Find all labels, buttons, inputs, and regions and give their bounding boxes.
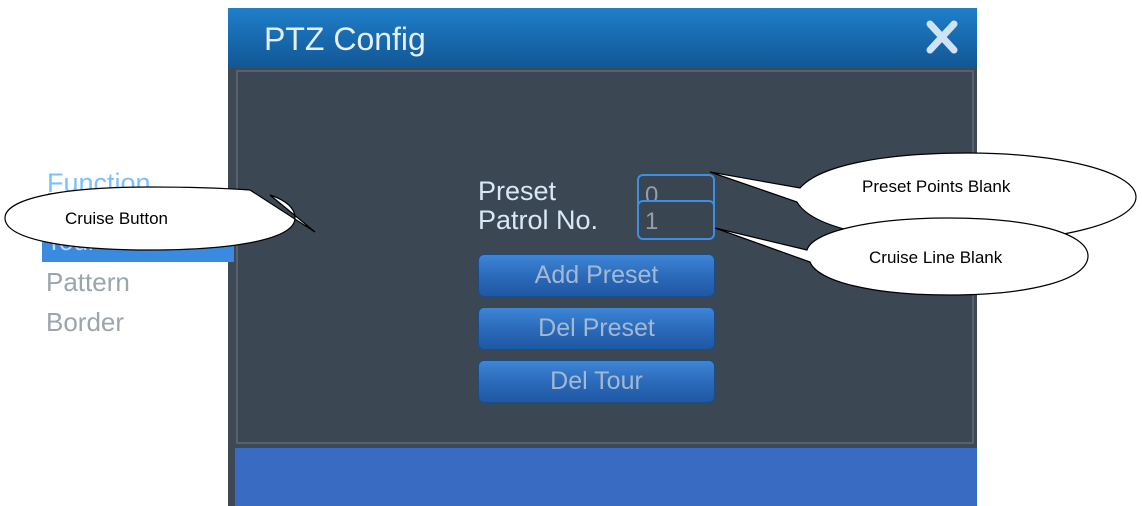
menu-item-pattern[interactable]: Pattern <box>42 265 234 303</box>
cruise-button-callout-text: Cruise Button <box>65 209 168 228</box>
status-bar <box>235 448 977 506</box>
del-preset-button[interactable]: Del Preset <box>478 307 715 350</box>
menu-item-tour[interactable]: Tour <box>42 224 234 262</box>
patrol-no-input[interactable]: 1 <box>637 200 715 240</box>
preset-label: Preset <box>478 176 557 206</box>
close-button[interactable] <box>925 18 959 56</box>
close-icon <box>926 20 958 54</box>
cruise-line-blank-callout-text: Cruise Line Blank <box>869 248 1003 267</box>
del-tour-button[interactable]: Del Tour <box>478 360 715 403</box>
menu-item-border[interactable]: Border <box>42 305 234 343</box>
patrol-no-label: Patrol No. <box>478 205 599 235</box>
window-title: PTZ Config <box>264 21 426 57</box>
add-preset-button[interactable]: Add Preset <box>478 254 715 297</box>
preset-points-blank-callout-text: Preset Points Blank <box>862 177 1011 196</box>
title-bar: PTZ Config <box>228 8 977 68</box>
